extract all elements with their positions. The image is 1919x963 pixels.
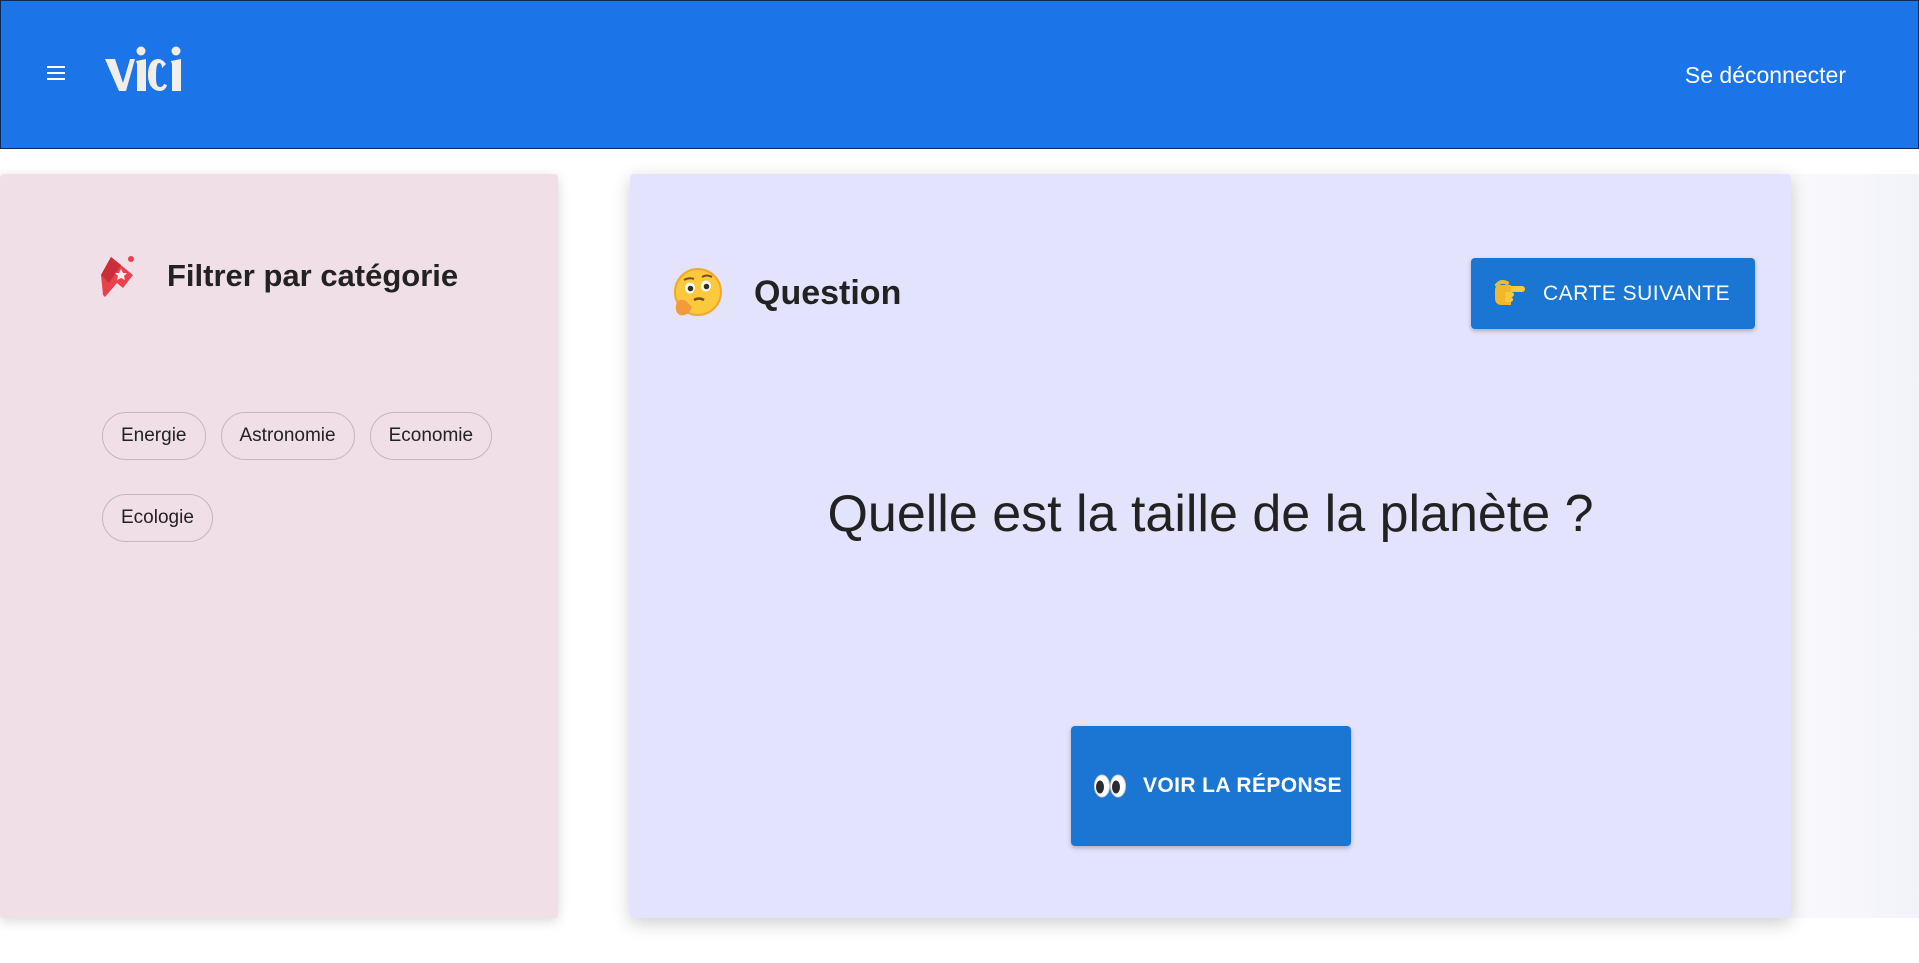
question-label: Question [754, 273, 902, 312]
category-chip-energie[interactable]: Energie [102, 412, 206, 460]
category-chip-astronomie[interactable]: Astronomie [220, 412, 355, 460]
category-chips: Energie Astronomie Economie Ecologie [102, 412, 522, 542]
pointing-hand-icon [1495, 279, 1525, 305]
logout-link[interactable]: Se déconnecter [1685, 62, 1846, 89]
background-strip [1790, 174, 1919, 918]
question-text: Quelle est la taille de la planète ? [827, 485, 1594, 543]
category-filter-panel: Filtrer par catégorie Energie Astronomie… [0, 174, 558, 918]
next-card-label: CARTE SUIVANTE [1543, 281, 1731, 305]
question-card: Question CARTE SUIVANTE Quelle est la ta… [630, 174, 1791, 918]
category-chip-economie[interactable]: Economie [369, 412, 493, 460]
bookmark-tag-icon [101, 256, 134, 297]
next-card-button[interactable]: CARTE SUIVANTE [1471, 258, 1755, 329]
app-header: vici Se déconnecter [0, 0, 1919, 149]
show-answer-label: VOIR LA RÉPONSE [1143, 774, 1342, 797]
show-answer-button[interactable]: VOIR LA RÉPONSE [1071, 726, 1351, 846]
filter-header: Filtrer par catégorie [97, 253, 458, 299]
hamburger-menu-icon[interactable] [45, 62, 67, 84]
eyes-icon [1094, 774, 1126, 798]
thinking-face-icon [674, 268, 722, 316]
vici-logo[interactable]: vici [104, 45, 184, 95]
filter-title: Filtrer par catégorie [167, 258, 459, 293]
question-header: Question [672, 267, 901, 319]
category-chip-ecologie[interactable]: Ecologie [102, 494, 213, 542]
